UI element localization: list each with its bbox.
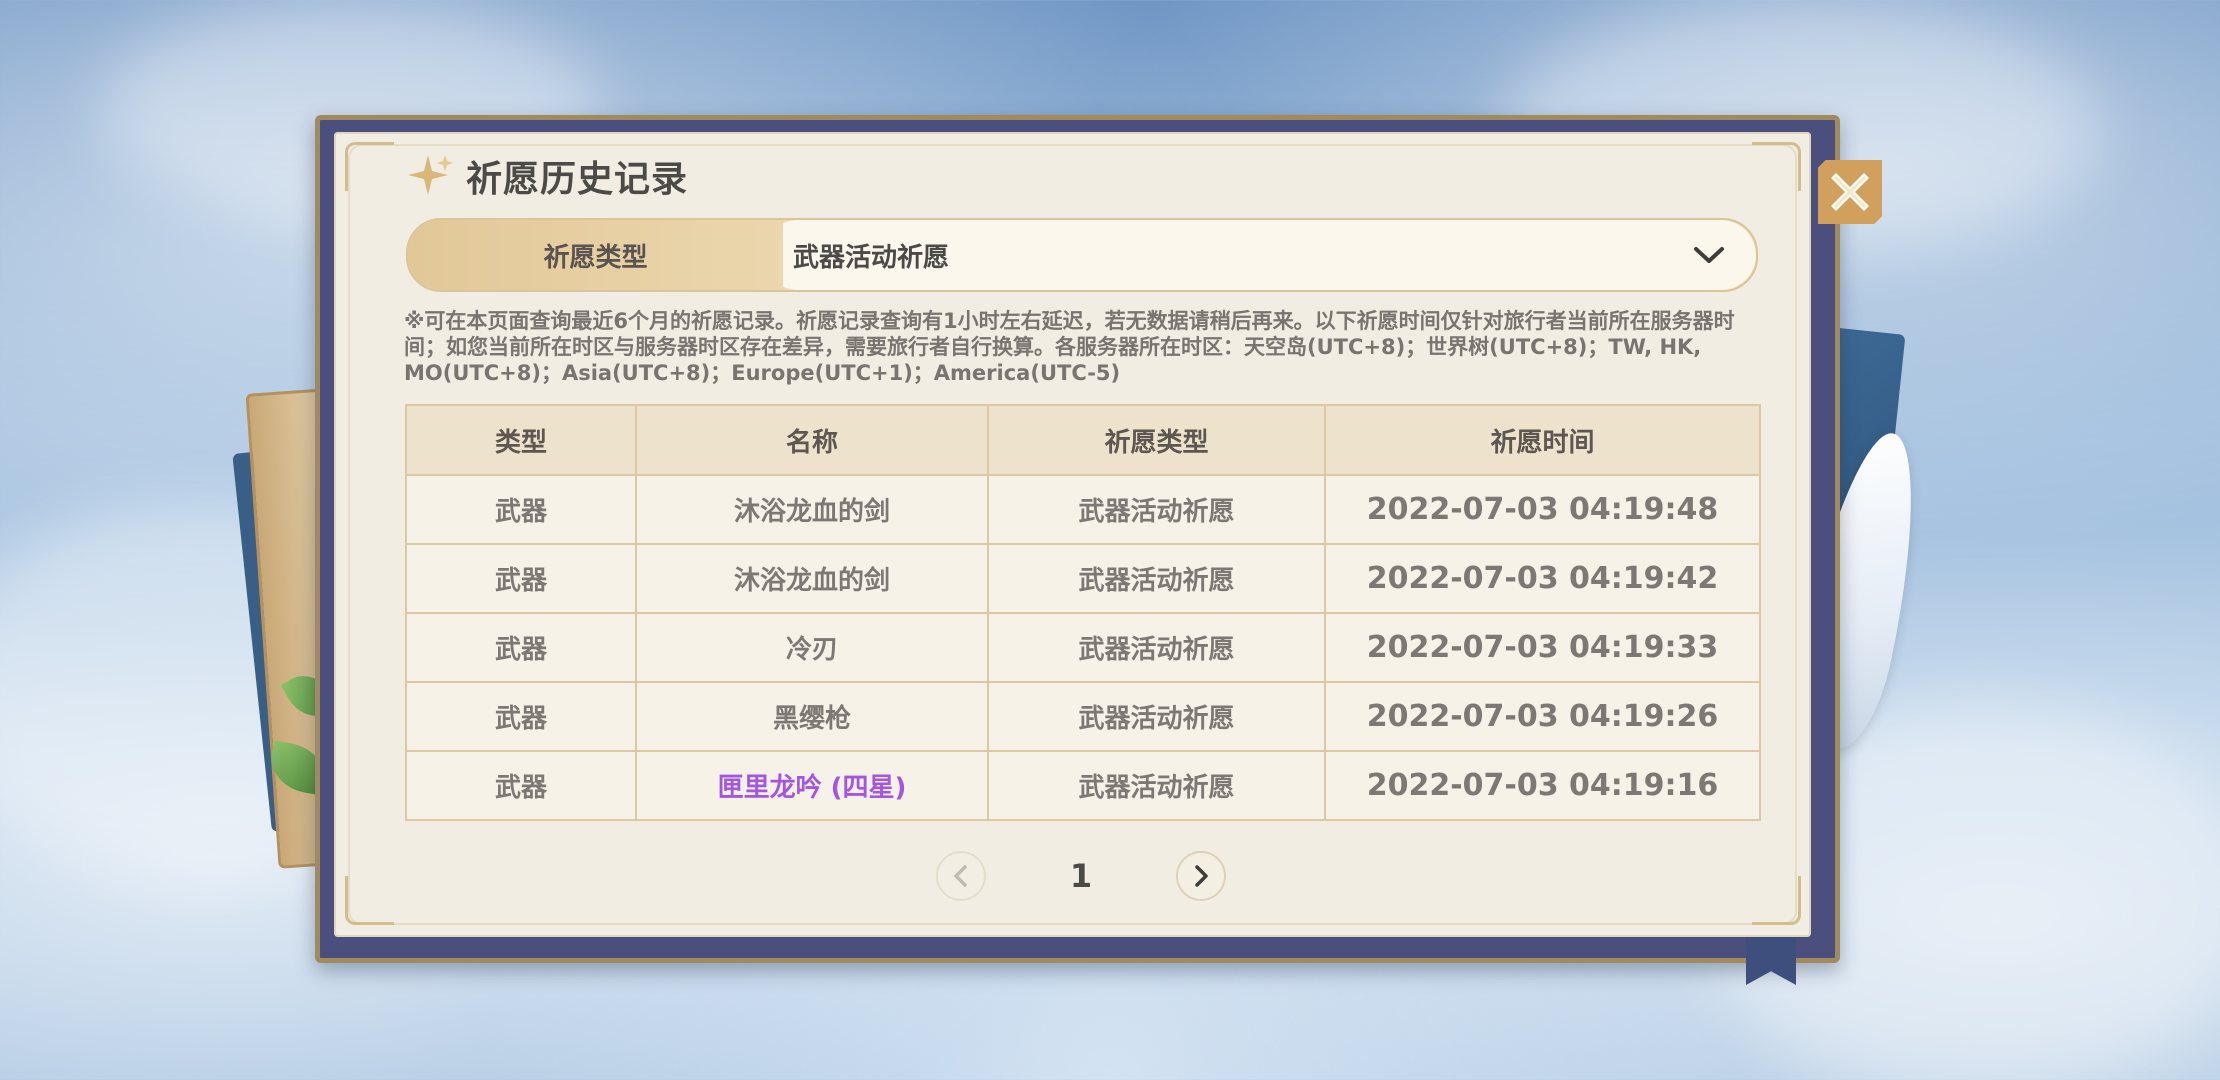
- pagination: 1: [936, 848, 1226, 904]
- table-header-row: 类型 名称 祈愿类型 祈愿时间: [405, 404, 1761, 476]
- wish-type-label: 祈愿类型: [543, 242, 648, 273]
- table-row: 武器 沐浴龙血的剑 武器活动祈愿 2022-07-03 04:19:42: [405, 543, 1761, 614]
- wish-type-label-area: 祈愿类型: [408, 220, 783, 290]
- corner-ornament: [345, 876, 394, 925]
- column-header-wish-type: 祈愿类型: [987, 404, 1326, 476]
- table-row: 武器 黑缨枪 武器活动祈愿 2022-07-03 04:19:26: [405, 681, 1761, 752]
- cell-type: 武器: [405, 750, 637, 821]
- corner-ornament: [1752, 876, 1801, 925]
- cell-wish-type: 武器活动祈愿: [987, 543, 1326, 614]
- cell-type: 武器: [405, 474, 637, 545]
- notice-text: ※可在本页面查询最近6个月的祈愿记录。祈愿记录查询有1小时左右延迟，若无数据请稍…: [404, 309, 1735, 385]
- cell-name: 沐浴龙血的剑: [635, 543, 989, 614]
- corner-ornament: [345, 142, 394, 191]
- cell-time: 2022-07-03 04:19:48: [1324, 474, 1761, 545]
- chevron-right-icon: [1195, 865, 1208, 887]
- table-row: 武器 冷刃 武器活动祈愿 2022-07-03 04:19:33: [405, 612, 1761, 683]
- table-row: 武器 沐浴龙血的剑 武器活动祈愿 2022-07-03 04:19:48: [405, 474, 1761, 545]
- cell-type: 武器: [405, 543, 637, 614]
- cell-type: 武器: [405, 612, 637, 683]
- cell-name: 沐浴龙血的剑: [635, 474, 989, 545]
- close-icon: [1831, 173, 1869, 211]
- cell-wish-type: 武器活动祈愿: [987, 681, 1326, 752]
- current-page-number: 1: [1069, 857, 1093, 895]
- column-header-name: 名称: [635, 404, 989, 476]
- corner-ornament: [1752, 142, 1801, 191]
- title-row: 祈愿历史记录: [408, 150, 688, 202]
- next-page-button[interactable]: [1175, 851, 1226, 901]
- cell-name: 黑缨枪: [635, 681, 989, 752]
- cell-time: 2022-07-03 04:19:42: [1324, 543, 1761, 614]
- cell-type: 武器: [405, 681, 637, 752]
- chevron-down-icon[interactable]: [1692, 245, 1726, 265]
- cell-name-four-star: 匣里龙吟 (四星): [635, 750, 989, 821]
- wish-type-dropdown[interactable]: 祈愿类型 武器活动祈愿: [406, 218, 1758, 292]
- cell-time: 2022-07-03 04:19:33: [1324, 612, 1761, 683]
- column-header-type: 类型: [405, 404, 637, 476]
- cell-time: 2022-07-03 04:19:16: [1324, 750, 1761, 821]
- close-button[interactable]: [1818, 160, 1882, 224]
- wish-type-value: 武器活动祈愿: [793, 242, 950, 273]
- wish-type-select[interactable]: 武器活动祈愿: [763, 220, 1756, 290]
- sparkle-icon: [408, 155, 453, 195]
- wish-history-table: 类型 名称 祈愿类型 祈愿时间 武器 沐浴龙血的剑 武器活动祈愿 2022-07…: [405, 404, 1761, 821]
- cell-name: 冷刃: [635, 612, 989, 683]
- table-row: 武器 匣里龙吟 (四星) 武器活动祈愿 2022-07-03 04:19:16: [405, 750, 1761, 821]
- cell-wish-type: 武器活动祈愿: [987, 750, 1326, 821]
- page-title: 祈愿历史记录: [466, 159, 689, 200]
- cell-wish-type: 武器活动祈愿: [987, 474, 1326, 545]
- cell-wish-type: 武器活动祈愿: [987, 612, 1326, 683]
- prev-page-button[interactable]: [936, 851, 986, 901]
- column-header-time: 祈愿时间: [1324, 404, 1761, 476]
- cell-time: 2022-07-03 04:19:26: [1324, 681, 1761, 752]
- chevron-left-icon: [954, 865, 967, 887]
